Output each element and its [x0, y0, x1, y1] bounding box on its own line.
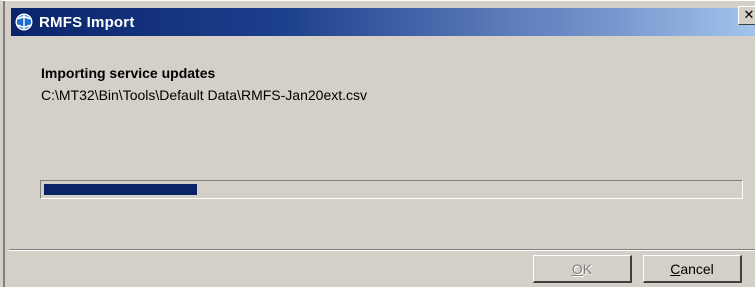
progress-bar-fill: [44, 184, 197, 195]
app-globe-icon: [14, 12, 34, 32]
window-title: RMFS Import: [39, 13, 135, 31]
cancel-button[interactable]: Cancel: [643, 255, 742, 283]
progress-bar: [40, 180, 743, 199]
import-dialog: RMFS Import ✕ Importing service updates …: [0, 0, 755, 287]
import-heading: Importing service updates: [41, 65, 216, 81]
window-left-edge: [3, 1, 5, 287]
close-button[interactable]: ✕: [738, 6, 755, 25]
ok-button[interactable]: OK: [533, 255, 632, 283]
ok-button-label: OK: [571, 260, 593, 277]
title-bar[interactable]: RMFS Import: [11, 8, 755, 36]
cancel-button-label: Cancel: [670, 260, 714, 277]
footer-separator: [9, 249, 755, 251]
close-icon: ✕: [743, 8, 755, 23]
import-file-path: C:\MT32\Bin\Tools\Default Data\RMFS-Jan2…: [41, 87, 368, 103]
